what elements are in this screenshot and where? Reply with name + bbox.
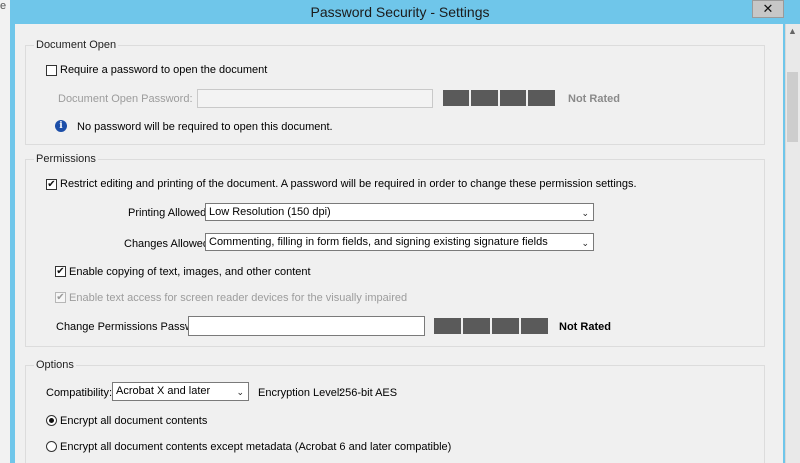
screen-reader-checkbox: ✔ [55,292,66,303]
encrypt-except-metadata-label: Encrypt all document contents except met… [60,441,452,453]
encrypt-all-radio[interactable] [46,415,57,426]
permissions-heading: Permissions [34,153,98,165]
chevron-down-icon: ⌄ [236,387,244,397]
encrypt-all-label: Encrypt all document contents [60,415,208,427]
encrypt-except-metadata-radio[interactable] [46,441,57,452]
check-icon: ✔ [56,266,65,277]
close-button[interactable]: ✕ [752,0,784,18]
strength-segment [521,318,548,334]
changes-allowed-value: Commenting, filling in form fields, and … [209,236,548,248]
strength-segment [443,90,469,106]
permissions-strength-label: Not Rated [559,321,611,333]
document-open-strength-label: Not Rated [568,93,620,105]
close-icon: ✕ [762,1,774,16]
compatibility-dropdown[interactable]: Acrobat X and later ⌄ [112,382,249,401]
info-icon: i [55,120,67,132]
check-icon: ✔ [56,292,65,303]
document-open-password-label: Document Open Password: [58,93,193,105]
strength-segment [471,90,498,106]
restrict-editing-checkbox[interactable]: ✔ [46,179,57,190]
radio-selected-dot [49,418,54,423]
strength-segment [492,318,519,334]
desktop-background [0,0,10,463]
strength-segment [500,90,526,106]
printing-allowed-value: Low Resolution (150 dpi) [209,206,331,218]
encryption-level-label: Encryption Level: [258,387,343,399]
permissions-strength-meter [434,318,548,334]
document-open-password-field[interactable] [197,89,433,108]
enable-copying-checkbox[interactable]: ✔ [55,266,66,277]
changes-allowed-dropdown[interactable]: Commenting, filling in form fields, and … [205,233,594,251]
scroll-up-arrow-icon[interactable]: ▲ [787,26,798,37]
strength-segment [528,90,555,106]
chevron-down-icon: ⌄ [581,208,589,218]
document-open-info-text: No password will be required to open thi… [77,121,333,133]
document-open-heading: Document Open [34,39,119,51]
check-icon: ✔ [47,179,56,190]
document-open-strength-meter [443,90,555,106]
scrollbar-thumb[interactable] [787,72,798,142]
chevron-down-icon: ⌄ [581,238,589,248]
compatibility-value: Acrobat X and later [116,385,211,397]
options-heading: Options [34,359,76,371]
enable-copying-label: Enable copying of text, images, and othe… [69,266,311,278]
strength-segment [434,318,461,334]
encryption-level-value: 256-bit AES [339,387,398,399]
change-permissions-password-field[interactable] [188,316,425,336]
require-password-checkbox[interactable] [46,65,57,76]
strength-segment [463,318,490,334]
restrict-editing-label: Restrict editing and printing of the doc… [60,178,637,190]
printing-allowed-dropdown[interactable]: Low Resolution (150 dpi) ⌄ [205,203,594,221]
compatibility-label: Compatibility: [46,387,113,399]
window-title: Password Security - Settings [310,4,490,20]
screen-reader-label: Enable text access for screen reader dev… [69,292,408,304]
printing-allowed-label: Printing Allowed: [128,207,210,219]
require-password-label: Require a password to open the document [60,64,268,76]
changes-allowed-label: Changes Allowed: [124,238,213,250]
